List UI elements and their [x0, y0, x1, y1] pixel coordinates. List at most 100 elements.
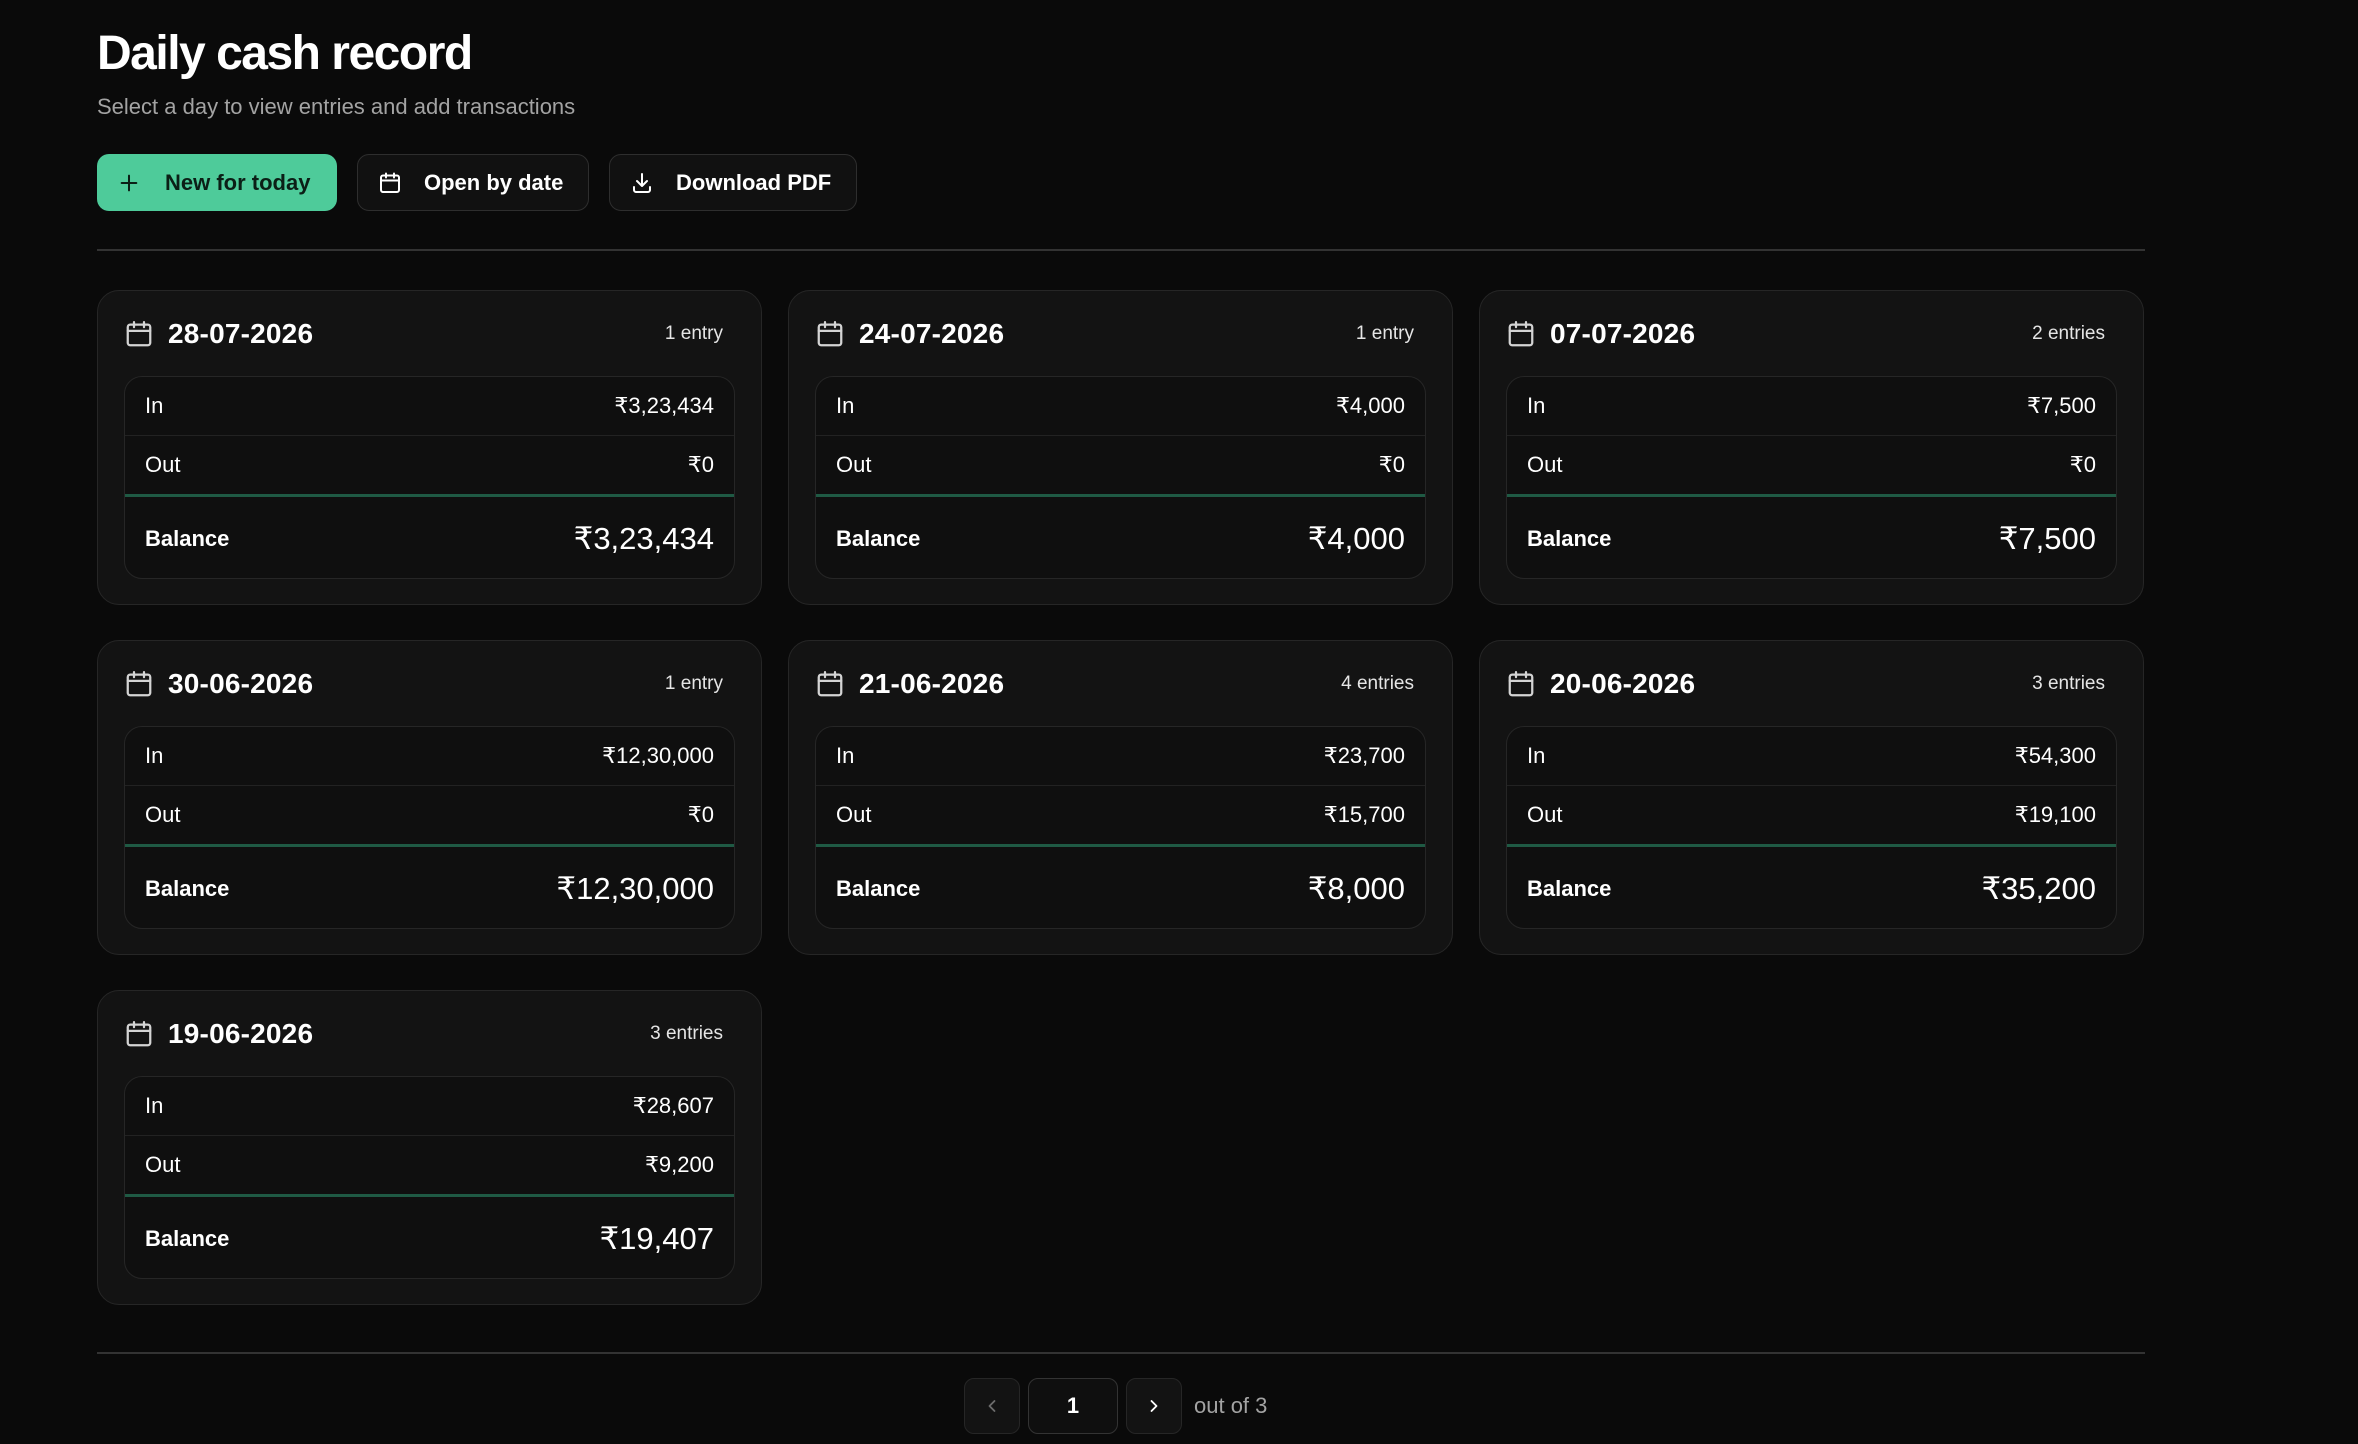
open-by-date-label: Open by date [424, 169, 564, 195]
out-value: ₹19,100 [2014, 802, 2096, 827]
calendar-icon [124, 1019, 154, 1049]
in-value: ₹28,607 [632, 1093, 714, 1118]
balance-row: Balance ₹3,23,434 [125, 497, 734, 578]
day-card[interactable]: 07-07-2026 2 entries In ₹7,500 Out ₹0 Bala… [1479, 290, 2144, 605]
in-label: In [1527, 743, 1546, 768]
balance-value: ₹3,23,434 [573, 521, 714, 556]
calendar-icon [815, 669, 845, 699]
in-row: In ₹28,607 [125, 1077, 734, 1136]
day-card[interactable]: 19-06-2026 3 entries In ₹28,607 Out ₹9,200… [97, 990, 762, 1305]
page-subtitle: Select a day to view entries and add tra… [97, 94, 576, 119]
page-total-text: out of 3 [1194, 1393, 1268, 1418]
bottom-divider [97, 1352, 2145, 1354]
balance-row: Balance ₹7,500 [1507, 497, 2116, 578]
current-page-input[interactable]: 1 [1028, 1378, 1118, 1434]
card-summary: In ₹4,000 Out ₹0 Balance ₹4,000 [815, 376, 1426, 579]
balance-label: Balance [1527, 526, 1612, 551]
balance-row: Balance ₹19,407 [125, 1197, 734, 1278]
plus-icon [117, 171, 141, 195]
page: Daily cash record Select a day to view e… [0, 0, 2358, 1444]
card-summary: In ₹7,500 Out ₹0 Balance ₹7,500 [1506, 376, 2117, 579]
card-date: 19-06-2026 [168, 1017, 314, 1049]
balance-label: Balance [145, 1226, 230, 1251]
pagination: 1 out of 3 [964, 1378, 1267, 1434]
day-card[interactable]: 21-06-2026 4 entries In ₹23,700 Out ₹15,70… [788, 640, 1453, 955]
new-for-today-button[interactable]: New for today [97, 154, 337, 211]
prev-page-button[interactable] [964, 1378, 1020, 1434]
day-card[interactable]: 24-07-2026 1 entry In ₹4,000 Out ₹0 Balanc… [788, 290, 1453, 605]
entry-count: 1 entry [1355, 322, 1414, 344]
card-date: 28-07-2026 [168, 317, 314, 349]
card-header: 21-06-2026 4 entries [815, 641, 1426, 726]
day-card[interactable]: 20-06-2026 3 entries In ₹54,300 Out ₹19,10… [1479, 640, 2144, 955]
download-pdf-button[interactable]: Download PDF [609, 154, 857, 211]
download-pdf-label: Download PDF [676, 169, 832, 195]
balance-label: Balance [1527, 876, 1612, 901]
out-label: Out [1527, 802, 1563, 827]
balance-label: Balance [145, 876, 230, 901]
balance-value: ₹19,407 [599, 1221, 714, 1256]
in-label: In [836, 393, 855, 418]
out-label: Out [836, 452, 872, 477]
in-value: ₹7,500 [2026, 393, 2096, 418]
balance-value: ₹4,000 [1307, 521, 1405, 556]
in-label: In [836, 743, 855, 768]
card-header: 07-07-2026 2 entries [1506, 291, 2117, 376]
out-value: ₹0 [687, 452, 714, 477]
balance-row: Balance ₹12,30,000 [125, 847, 734, 928]
card-summary: In ₹12,30,000 Out ₹0 Balance ₹12,30,000 [124, 726, 735, 929]
in-label: In [1527, 393, 1546, 418]
out-value: ₹0 [2069, 452, 2096, 477]
in-value: ₹23,700 [1323, 743, 1405, 768]
balance-row: Balance ₹35,200 [1507, 847, 2116, 928]
calendar-icon [815, 319, 845, 349]
out-label: Out [836, 802, 872, 827]
calendar-icon [378, 171, 402, 195]
balance-row: Balance ₹8,000 [816, 847, 1425, 928]
out-row: Out ₹15,700 [816, 786, 1425, 847]
next-page-button[interactable] [1126, 1378, 1182, 1434]
card-header: 28-07-2026 1 entry [124, 291, 735, 376]
out-label: Out [145, 802, 181, 827]
out-label: Out [145, 1152, 181, 1177]
card-header: 30-06-2026 1 entry [124, 641, 735, 726]
balance-row: Balance ₹4,000 [816, 497, 1425, 578]
in-value: ₹12,30,000 [602, 743, 714, 768]
entry-count: 1 entry [664, 322, 723, 344]
in-value: ₹4,000 [1335, 393, 1405, 418]
page-title: Daily cash record [97, 27, 473, 80]
card-header: 20-06-2026 3 entries [1506, 641, 2117, 726]
in-value: ₹54,300 [2014, 743, 2096, 768]
card-date: 07-07-2026 [1550, 317, 1696, 349]
balance-value: ₹8,000 [1307, 871, 1405, 906]
entry-count: 3 entries [2032, 672, 2105, 694]
in-row: In ₹54,300 [1507, 727, 2116, 786]
out-row: Out ₹0 [125, 436, 734, 497]
calendar-icon [124, 319, 154, 349]
out-value: ₹15,700 [1323, 802, 1405, 827]
download-icon [630, 171, 654, 195]
new-for-today-label: New for today [165, 169, 311, 195]
day-card[interactable]: 30-06-2026 1 entry In ₹12,30,000 Out ₹0 Ba… [97, 640, 762, 955]
out-value: ₹0 [687, 802, 714, 827]
card-date: 24-07-2026 [859, 317, 1005, 349]
out-row: Out ₹0 [1507, 436, 2116, 497]
in-row: In ₹3,23,434 [125, 377, 734, 436]
open-by-date-button[interactable]: Open by date [357, 154, 589, 211]
in-label: In [145, 393, 164, 418]
balance-value: ₹35,200 [1981, 871, 2096, 906]
balance-value: ₹7,500 [1998, 521, 2096, 556]
chevron-right-icon [1144, 1396, 1164, 1416]
in-row: In ₹23,700 [816, 727, 1425, 786]
in-row: In ₹12,30,000 [125, 727, 734, 786]
entry-count: 3 entries [650, 1022, 723, 1044]
out-label: Out [145, 452, 181, 477]
out-row: Out ₹0 [816, 436, 1425, 497]
out-value: ₹0 [1378, 452, 1405, 477]
out-value: ₹9,200 [644, 1152, 714, 1177]
entry-count: 2 entries [2032, 322, 2105, 344]
in-label: In [145, 1093, 164, 1118]
card-summary: In ₹28,607 Out ₹9,200 Balance ₹19,407 [124, 1076, 735, 1279]
day-card[interactable]: 28-07-2026 1 entry In ₹3,23,434 Out ₹0 Bal… [97, 290, 762, 605]
in-label: In [145, 743, 164, 768]
